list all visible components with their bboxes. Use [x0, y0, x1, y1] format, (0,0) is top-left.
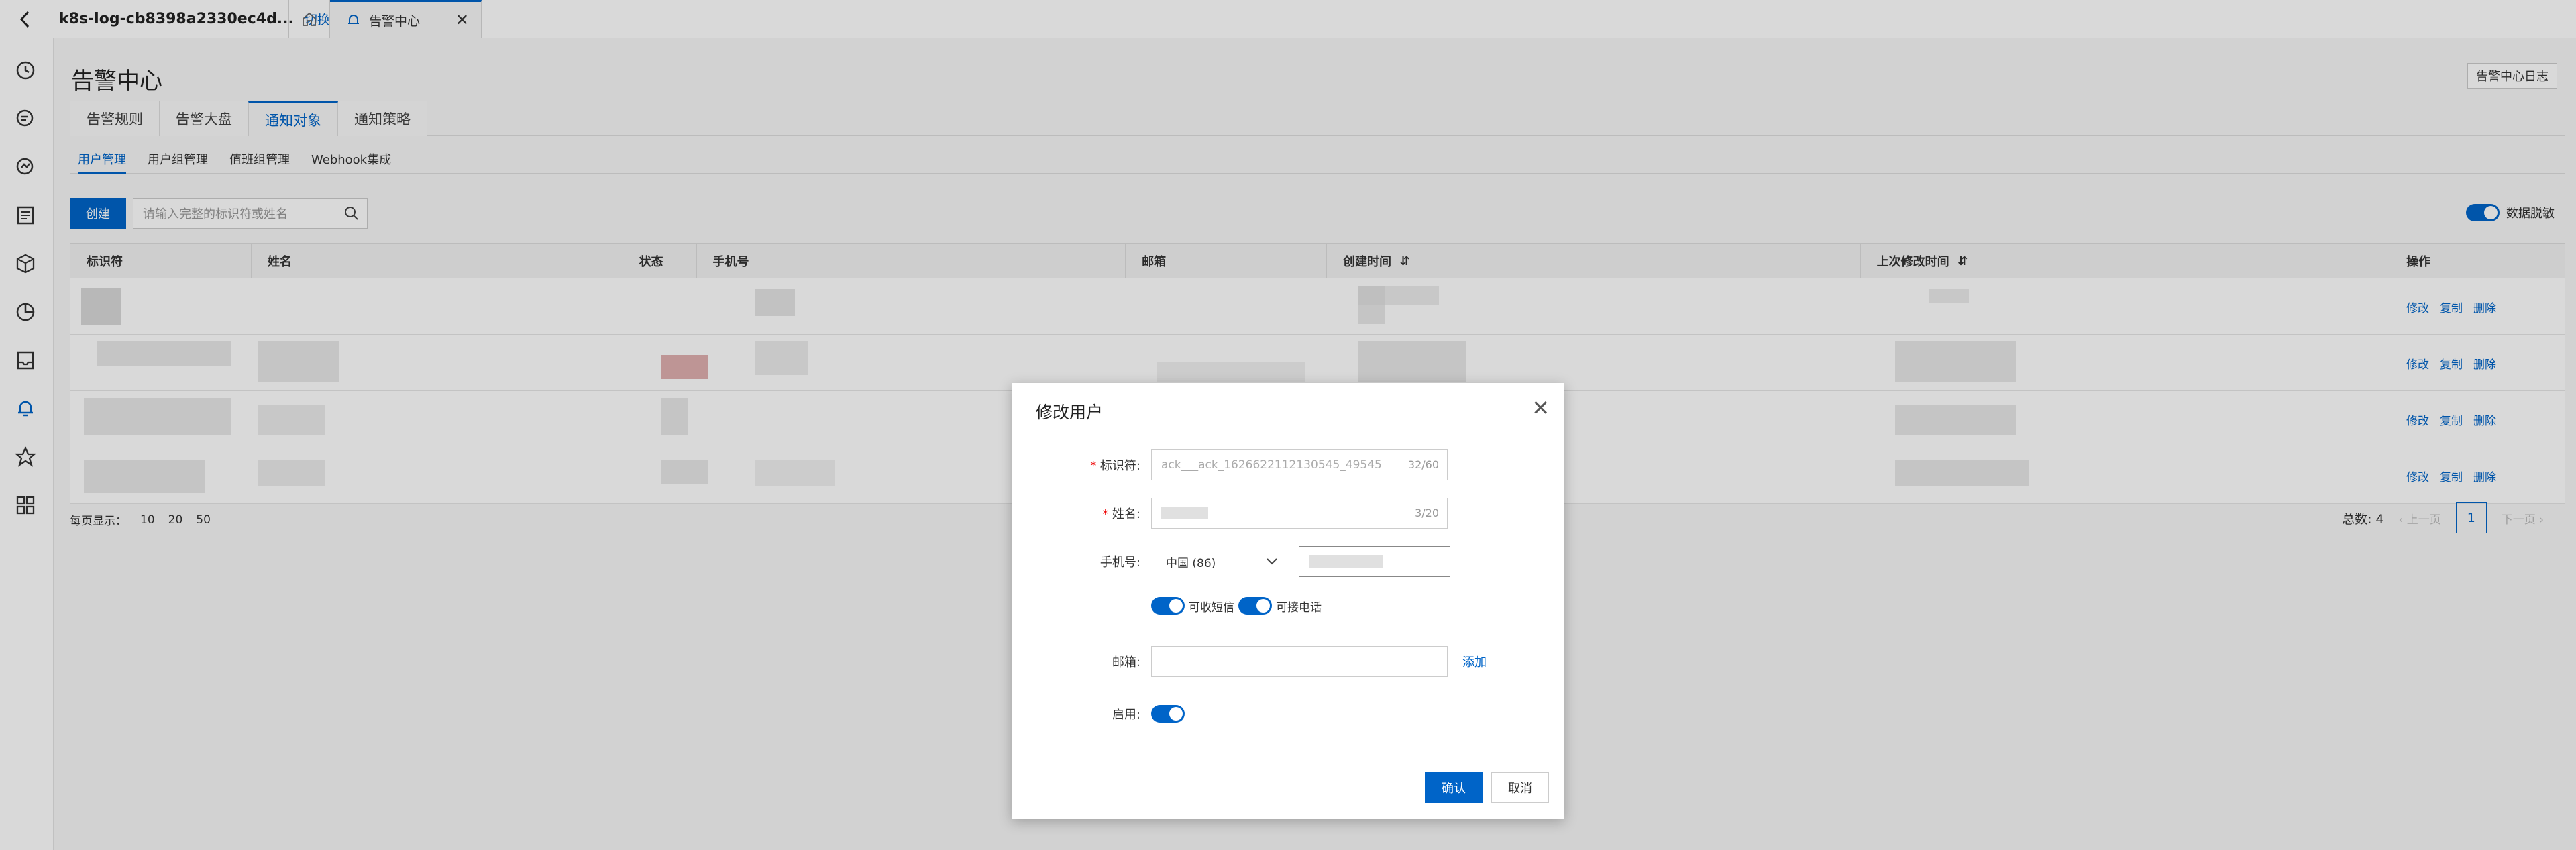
email-row: 邮箱: 添加: [1012, 646, 1564, 677]
identifier-field: ack___ack_1626622112130545_49545 32/60: [1151, 449, 1448, 480]
name-count: 3/20: [1415, 507, 1439, 519]
call-label: 可接电话: [1276, 600, 1322, 615]
identifier-value: ack___ack_1626622112130545_49545: [1161, 458, 1382, 472]
identifier-count: 32/60: [1407, 458, 1439, 471]
phone-row: 手机号: 中国 (86): [1012, 546, 1564, 577]
edit-user-dialog: 修改用户 ✕ * 标识符: ack___ack_1626622112130545…: [1012, 383, 1564, 819]
confirm-button[interactable]: 确认: [1425, 772, 1483, 803]
country-code-select[interactable]: 中国 (86): [1151, 546, 1291, 577]
phone-label: 手机号:: [1099, 555, 1140, 570]
sms-label: 可收短信: [1189, 600, 1234, 615]
enable-toggle[interactable]: [1151, 705, 1185, 723]
add-email-link[interactable]: 添加: [1462, 646, 1487, 677]
name-field[interactable]: 3/20: [1151, 498, 1448, 529]
phone-options-row: 可收短信 可接电话: [1012, 590, 1564, 621]
phone-number-field[interactable]: [1299, 546, 1450, 577]
name-label: * 姓名:: [1102, 507, 1140, 521]
identifier-label: * 标识符:: [1090, 459, 1140, 473]
enable-label: 启用:: [1112, 708, 1140, 722]
call-toggle[interactable]: [1238, 597, 1272, 615]
name-row: * 姓名: 3/20: [1012, 498, 1564, 529]
email-label: 邮箱:: [1112, 655, 1140, 670]
email-field[interactable]: [1151, 646, 1448, 677]
country-code-value: 中国 (86): [1166, 556, 1216, 570]
chevron-down-icon: [1267, 558, 1277, 565]
identifier-row: * 标识符: ack___ack_1626622112130545_49545 …: [1012, 449, 1564, 480]
name-value-masked: [1161, 507, 1208, 519]
enable-row: 启用:: [1012, 698, 1564, 729]
phone-value-masked: [1309, 555, 1383, 568]
dialog-title: 修改用户: [1036, 403, 1104, 422]
cancel-button[interactable]: 取消: [1491, 772, 1549, 803]
sms-toggle[interactable]: [1151, 597, 1185, 615]
close-icon[interactable]: ✕: [1532, 395, 1550, 421]
